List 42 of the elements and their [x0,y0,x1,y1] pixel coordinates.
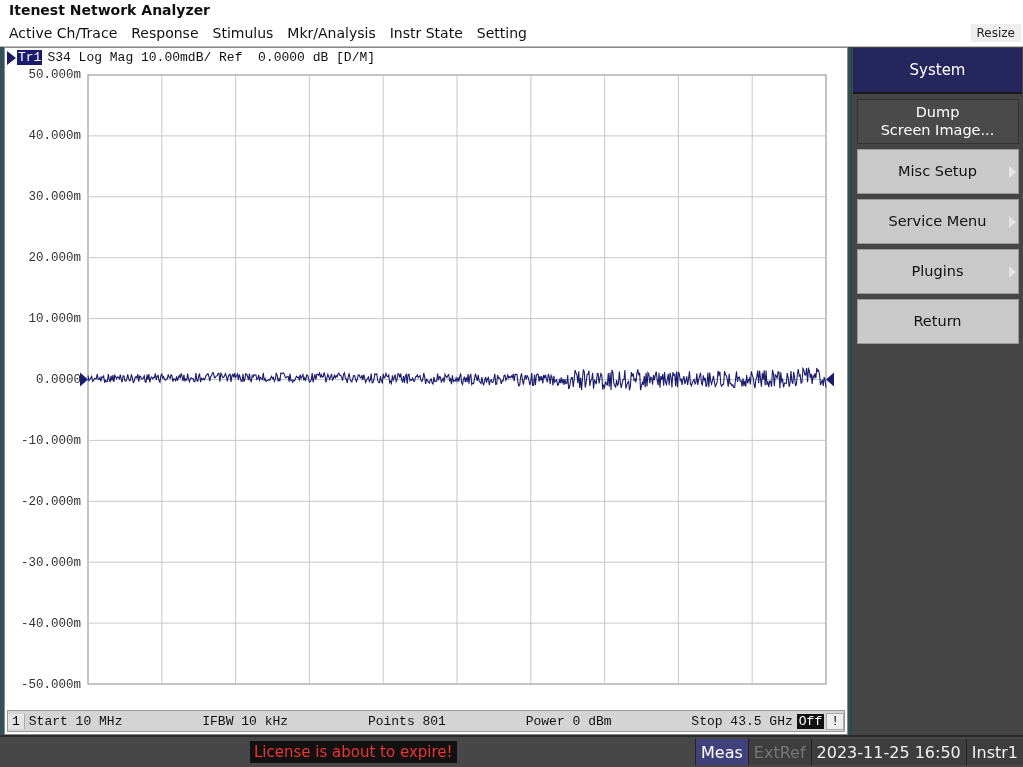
submenu-arrow-icon [1008,265,1016,278]
resize-button[interactable]: Resize [970,23,1021,42]
channel-setting: IFBW 10 kHz [202,713,289,729]
instrument-name: Instr1 [965,739,1023,766]
channel-number: 1 [8,713,25,729]
axis-tick-label: 20.000m [28,250,81,265]
status-indicator: ExtRef [747,739,811,766]
window-title: Itenest Network Analyzer [0,0,1023,20]
axis-tick-label: -30.000m [21,555,81,570]
status-indicator: Meas [695,739,748,766]
softkey-button[interactable]: Plugins [856,248,1019,294]
license-warning: License is about to expire! [250,741,457,764]
axis-tick-label: -20.000m [21,494,81,509]
menu-item[interactable]: Stimulus [212,24,274,41]
menu-item[interactable]: Mkr/Analysis [287,24,376,41]
trace-settings: S34 Log Mag 10.00mdB/ Ref 0.0000 dB [D/M] [47,50,376,66]
softkey-title: System [853,47,1022,94]
menu-item[interactable]: Response [131,24,199,41]
axis-tick-label: 10.000m [28,311,81,326]
channel-setting: Stop 43.5 GHz [691,713,793,729]
channel-setting: Start 10 MHz [28,713,123,729]
menu-item[interactable]: Instr State [389,24,463,41]
axis-tick-label: 50.000m [28,67,81,82]
softkey-button[interactable]: Return [856,298,1019,344]
axis-tick-label: -10.000m [21,433,81,448]
menu-item[interactable]: Active Ch/Trace [9,24,118,41]
alert-indicator: ! [826,712,844,730]
softkey-button[interactable]: Misc Setup [856,148,1019,194]
softkey-button[interactable]: Dump Screen Image... [856,98,1019,144]
menu-item[interactable]: Setting [476,24,527,41]
channel-setting: Power 0 dBm [525,713,612,729]
axis-tick-label: 0.0000 [36,372,81,387]
axis-tick-label: -50.000m [21,677,81,692]
status-badge: Off [796,713,825,729]
submenu-arrow-icon [1008,215,1016,228]
axis-tick-label: 30.000m [28,189,81,204]
axis-tick-label: 40.000m [28,128,81,143]
submenu-arrow-icon [1008,165,1016,178]
date-time: 2023-11-25 16:50 [810,739,966,766]
softkey-button[interactable]: Service Menu [856,198,1019,244]
axis-tick-label: -40.000m [21,616,81,631]
channel-setting: Points 801 [367,713,446,729]
